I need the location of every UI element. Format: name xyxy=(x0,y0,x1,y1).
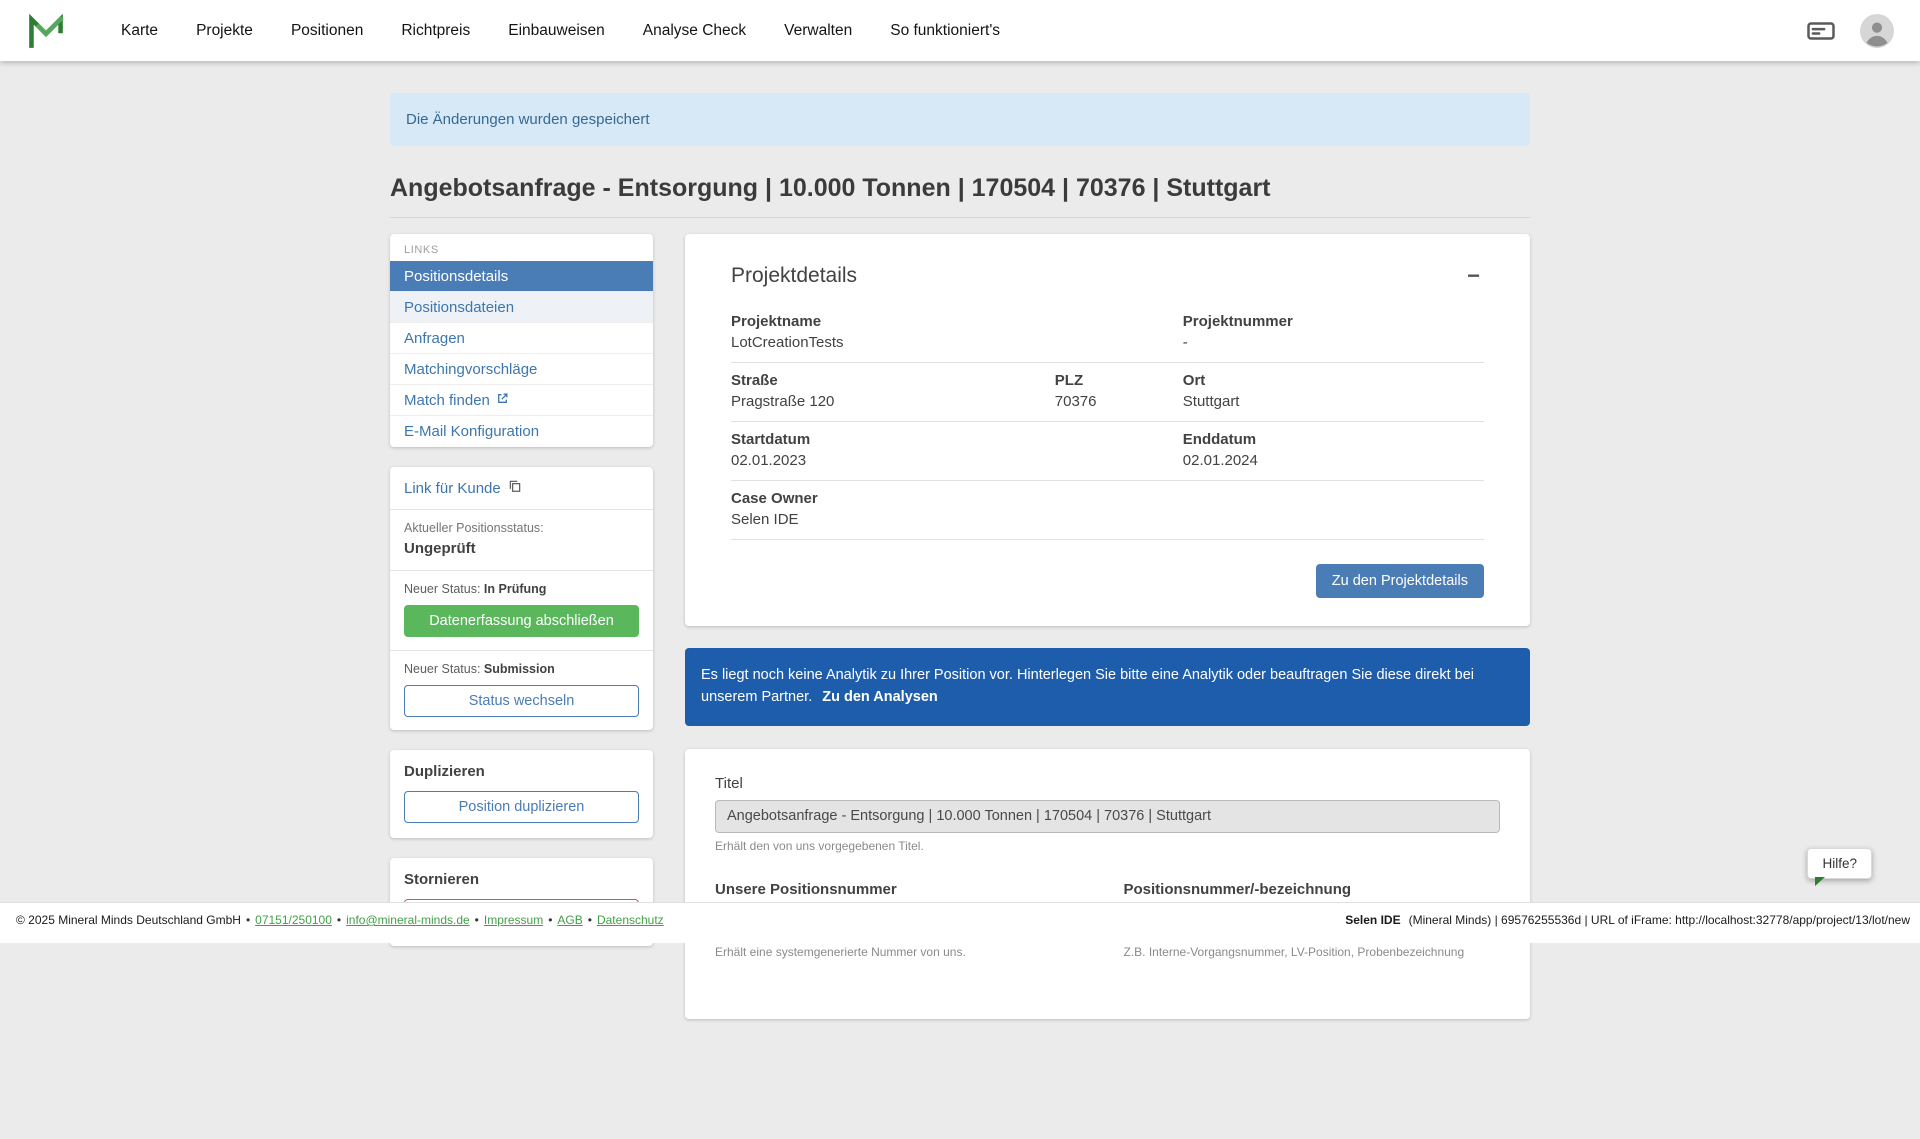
separator-dot: • xyxy=(548,913,552,927)
sidebar-item-anfragen[interactable]: Anfragen xyxy=(390,323,653,354)
nav-item-verwalten[interactable]: Verwalten xyxy=(765,22,871,40)
projektname-value: LotCreationTests xyxy=(731,334,1183,351)
email-link[interactable]: info@mineral-minds.de xyxy=(346,913,470,927)
enddatum-label: Enddatum xyxy=(1183,431,1484,448)
nav-item-projekte[interactable]: Projekte xyxy=(177,22,272,40)
cancel-title: Stornieren xyxy=(404,871,639,888)
case-owner-value: Selen IDE xyxy=(731,511,1484,528)
positionsnummer-label: Positionsnummer/-bezeichnung xyxy=(1124,881,1501,898)
ort-value: Stuttgart xyxy=(1183,393,1484,410)
nav-item-positionen[interactable]: Positionen xyxy=(272,22,382,40)
separator-dot: • xyxy=(588,913,592,927)
separator-dot: • xyxy=(337,913,341,927)
help-button[interactable]: Hilfe? xyxy=(1807,848,1872,879)
unsere-positionsnummer-help: Erhält eine systemgenerierte Nummer von … xyxy=(715,945,1092,959)
mineral-minds-logo[interactable] xyxy=(26,11,66,51)
sidebar-item-matchingvorschlaege[interactable]: Matchingvorschläge xyxy=(390,354,653,385)
datenschutz-link[interactable]: Datenschutz xyxy=(597,913,664,927)
copy-icon xyxy=(508,479,522,497)
projektnummer-value: - xyxy=(1183,334,1484,351)
session-user: Selen IDE xyxy=(1345,913,1400,927)
project-row-3: Startdatum 02.01.2023 Enddatum 02.01.202… xyxy=(731,422,1484,481)
go-to-analyses-link[interactable]: Zu den Analysen xyxy=(822,689,937,705)
project-details-title: Projektdetails xyxy=(731,264,857,288)
case-owner-label: Case Owner xyxy=(731,490,1484,507)
impressum-link[interactable]: Impressum xyxy=(484,913,543,927)
project-details-panel: Projektdetails − Projektname LotCreation… xyxy=(685,234,1530,626)
analytics-banner-text: Es liegt noch keine Analytik zu Ihrer Po… xyxy=(701,667,1474,705)
startdatum-label: Startdatum xyxy=(731,431,1183,448)
strasse-label: Straße xyxy=(731,372,1055,389)
separator-dot: • xyxy=(475,913,479,927)
duplicate-card: Duplizieren Position duplizieren xyxy=(390,750,653,838)
duplicate-position-button[interactable]: Position duplizieren xyxy=(404,791,639,823)
titel-label: Titel xyxy=(715,775,1500,792)
collapse-icon[interactable]: − xyxy=(1463,265,1484,287)
projektnummer-label: Projektnummer xyxy=(1183,313,1484,330)
next-status-2: Neuer Status: Submission xyxy=(404,662,639,676)
links-header: LINKS xyxy=(390,234,653,261)
customer-link[interactable]: Link für Kunde xyxy=(390,467,653,510)
nav-item-so-funktionierts[interactable]: So funktioniert's xyxy=(871,22,1019,40)
strasse-value: Pragstraße 120 xyxy=(731,393,1055,410)
top-navbar: Karte Projekte Positionen Richtpreis Ein… xyxy=(0,0,1920,61)
startdatum-value: 02.01.2023 xyxy=(731,452,1183,469)
nav-item-karte[interactable]: Karte xyxy=(102,22,177,40)
titel-help: Erhält den von uns vorgegebenen Titel. xyxy=(715,839,1500,853)
analytics-banner: Es liegt noch keine Analytik zu Ihrer Po… xyxy=(685,648,1530,726)
sidebar-item-positionsdateien[interactable]: Positionsdateien xyxy=(390,292,653,323)
titel-input xyxy=(715,800,1500,833)
projektname-label: Projektname xyxy=(731,313,1183,330)
unsere-positionsnummer-label: Unsere Positionsnummer xyxy=(715,881,1092,898)
footer: © 2025 Mineral Minds Deutschland GmbH • … xyxy=(0,902,1920,943)
current-status-label: Aktueller Positionsstatus: xyxy=(404,521,639,535)
success-alert: Die Änderungen wurden gespeichert xyxy=(390,93,1530,146)
copyright-text: © 2025 Mineral Minds Deutschland GmbH xyxy=(16,913,241,927)
phone-link[interactable]: 07151/250100 xyxy=(255,913,332,927)
user-avatar[interactable] xyxy=(1860,14,1894,48)
agb-link[interactable]: AGB xyxy=(557,913,582,927)
card-reader-icon[interactable] xyxy=(1806,16,1836,46)
complete-data-entry-button[interactable]: Datenerfassung abschließen xyxy=(404,605,639,637)
page-title: Angebotsanfrage - Entsorgung | 10.000 To… xyxy=(390,174,1530,218)
nav-item-richtpreis[interactable]: Richtpreis xyxy=(382,22,489,40)
main-nav: Karte Projekte Positionen Richtpreis Ein… xyxy=(102,22,1019,40)
nav-item-einbauweisen[interactable]: Einbauweisen xyxy=(489,22,624,40)
session-info: (Mineral Minds) | 69576255536d | URL of … xyxy=(1409,913,1910,927)
status-card: Link für Kunde Aktueller Positionsstatus… xyxy=(390,467,653,730)
positionsnummer-help: Z.B. Interne-Vorgangsnummer, LV-Position… xyxy=(1124,945,1501,959)
plz-value: 70376 xyxy=(1055,393,1183,410)
enddatum-value: 02.01.2024 xyxy=(1183,452,1484,469)
next-status-1: Neuer Status: In Prüfung xyxy=(404,582,639,596)
current-status-value: Ungeprüft xyxy=(404,540,639,557)
plz-label: PLZ xyxy=(1055,372,1183,389)
project-row-4: Case Owner Selen IDE xyxy=(731,481,1484,540)
go-to-project-details-button[interactable]: Zu den Projektdetails xyxy=(1316,564,1484,598)
sidebar-item-positionsdetails[interactable]: Positionsdetails xyxy=(390,261,653,292)
ort-label: Ort xyxy=(1183,372,1484,389)
switch-status-button[interactable]: Status wechseln xyxy=(404,685,639,717)
help-bubble-tail xyxy=(1815,877,1825,886)
left-sidebar: LINKS Positionsdetails Positionsdateien … xyxy=(390,234,653,966)
links-card: LINKS Positionsdetails Positionsdateien … xyxy=(390,234,653,447)
duplicate-title: Duplizieren xyxy=(404,763,639,780)
nav-item-analyse-check[interactable]: Analyse Check xyxy=(624,22,765,40)
sidebar-item-email-konfiguration[interactable]: E-Mail Konfiguration xyxy=(390,416,653,447)
sidebar-item-match-finden[interactable]: Match finden xyxy=(390,385,653,416)
separator-dot: • xyxy=(246,913,250,927)
project-row-1: Projektname LotCreationTests Projektnumm… xyxy=(731,304,1484,363)
external-link-icon xyxy=(496,392,509,409)
position-form-card: Titel Erhält den von uns vorgegebenen Ti… xyxy=(685,749,1530,1019)
project-row-2: Straße Pragstraße 120 PLZ 70376 Ort Stut… xyxy=(731,363,1484,422)
